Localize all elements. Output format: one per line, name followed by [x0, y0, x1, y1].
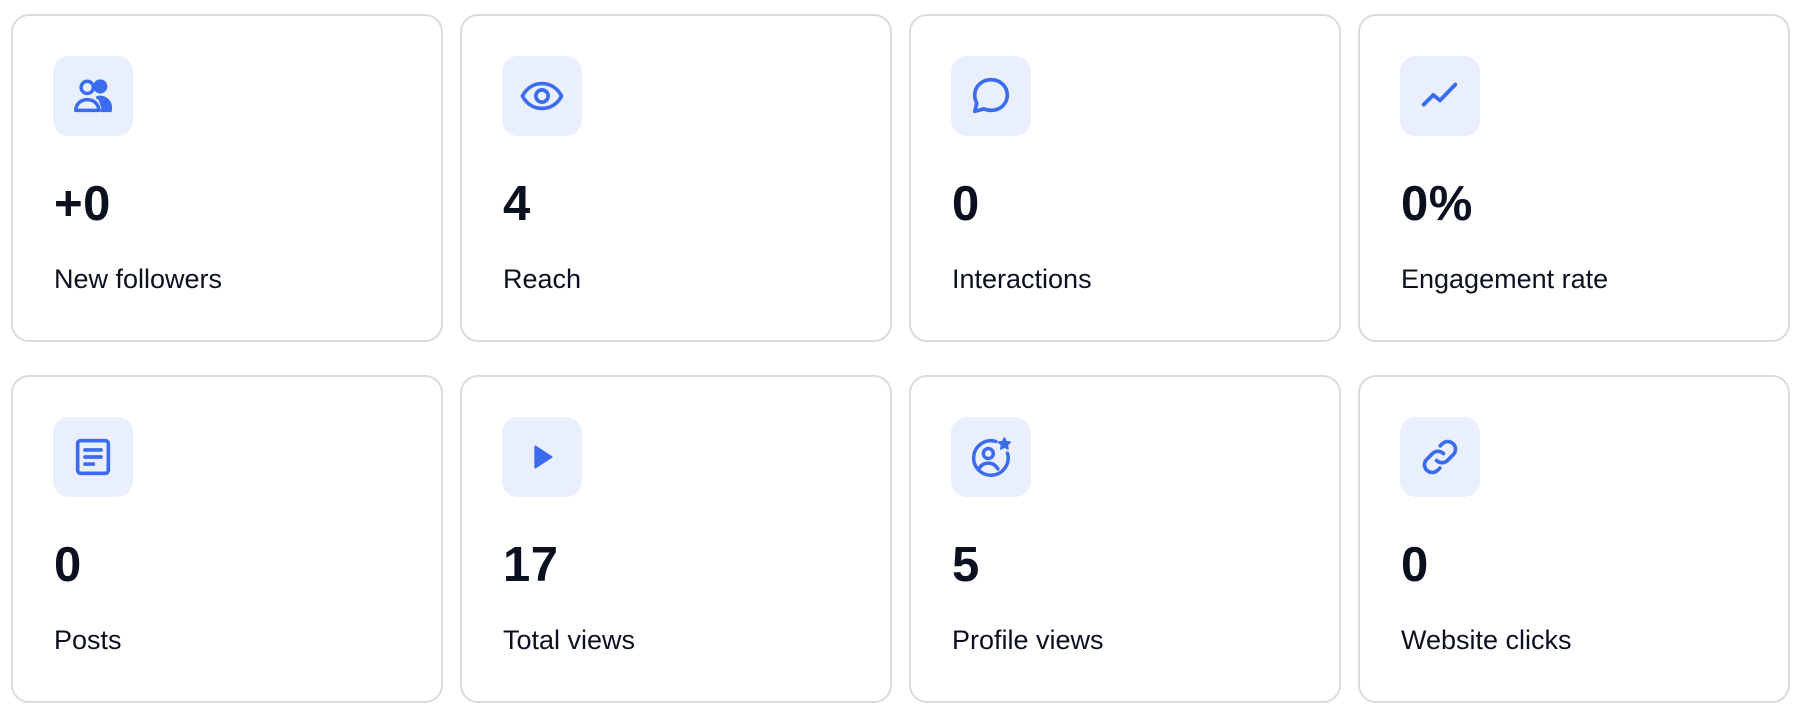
- stat-icon-container: [951, 417, 1031, 497]
- stat-icon-container: [1400, 56, 1480, 136]
- stat-label: Reach: [503, 264, 582, 294]
- stat-card-reach: 4 Reach: [460, 14, 892, 342]
- stat-label: New followers: [54, 264, 223, 294]
- trend-line-icon: [1421, 82, 1458, 107]
- stat-card-total-views: 17 Total views: [460, 375, 892, 703]
- stat-value: 5: [952, 538, 980, 592]
- stat-label: Profile views: [952, 625, 1104, 655]
- eye-icon: [520, 81, 564, 111]
- stat-icon-container: [1400, 417, 1480, 497]
- stat-icon-container: [951, 56, 1031, 136]
- stat-label: Website clicks: [1401, 625, 1572, 655]
- stat-value: +0: [54, 177, 111, 231]
- stat-value: 17: [503, 538, 559, 592]
- stat-label: Posts: [54, 625, 122, 655]
- stats-grid: +0 New followers 4 Reach 0 Interactions: [11, 14, 1790, 703]
- stat-card-posts: 0 Posts: [11, 375, 443, 703]
- stat-card-new-followers: +0 New followers: [11, 14, 443, 342]
- stat-value: 0: [1401, 538, 1429, 592]
- users-icon: [74, 79, 112, 113]
- stat-value: 0: [54, 538, 82, 592]
- stat-icon-container: [502, 417, 582, 497]
- stat-card-website-clicks: 0 Website clicks: [1358, 375, 1790, 703]
- stat-card-profile-views: 5 Profile views: [909, 375, 1341, 703]
- document-icon: [75, 438, 111, 476]
- link-icon: [1422, 439, 1458, 475]
- stat-icon-container: [53, 56, 133, 136]
- profile-star-icon: [972, 437, 1011, 477]
- stat-icon-container: [502, 56, 582, 136]
- stat-label: Total views: [503, 625, 636, 655]
- stat-value: 0: [952, 177, 980, 231]
- stat-icon-container: [53, 417, 133, 497]
- play-icon: [534, 445, 553, 469]
- stat-label: Engagement rate: [1401, 264, 1609, 294]
- stat-card-interactions: 0 Interactions: [909, 14, 1341, 342]
- stat-label: Interactions: [952, 264, 1092, 294]
- stat-value: 0%: [1401, 177, 1473, 231]
- stat-value: 4: [503, 177, 531, 231]
- stat-card-engagement-rate: 0% Engagement rate: [1358, 14, 1790, 342]
- chat-bubble-icon: [972, 77, 1010, 114]
